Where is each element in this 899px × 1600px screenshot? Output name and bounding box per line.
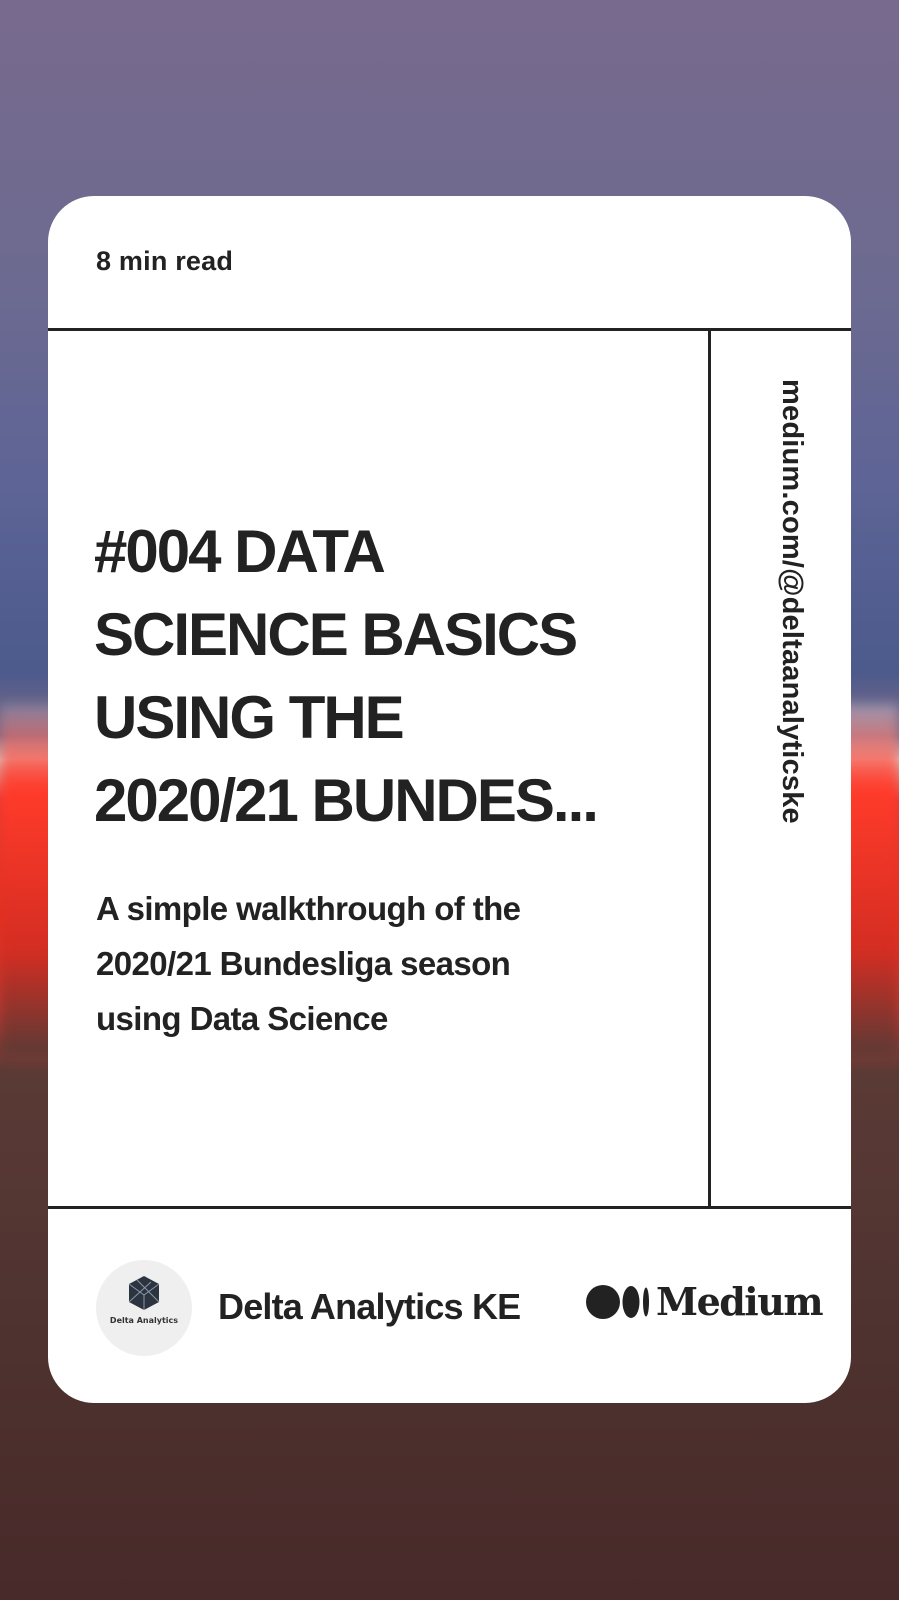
- delta-analytics-logo-icon: [128, 1276, 160, 1310]
- divider-bottom: [48, 1206, 851, 1209]
- article-title: #004 DATA SCIENCE BASICS USING THE 2020/…: [94, 518, 599, 834]
- publisher-name[interactable]: Delta Analytics KE: [218, 1286, 521, 1328]
- divider-top: [48, 328, 851, 331]
- avatar[interactable]: Delta Analytics: [96, 1260, 192, 1356]
- avatar-label: Delta Analytics: [109, 1316, 179, 1325]
- article-subtitle: A simple walkthrough of the 2020/21 Bund…: [96, 890, 521, 1037]
- divider-vertical: [708, 328, 711, 1209]
- medium-wordmark: Medium: [656, 1279, 824, 1324]
- read-time: 8 min read: [96, 246, 234, 276]
- medium-logo[interactable]: Medium: [586, 1279, 824, 1324]
- profile-url[interactable]: medium.com/@deltaanalyticske: [775, 379, 808, 824]
- medium-logo-icon: [586, 1284, 649, 1319]
- story-card[interactable]: 8 min read #004 DATA SCIENCE BASICS USIN…: [48, 196, 851, 1403]
